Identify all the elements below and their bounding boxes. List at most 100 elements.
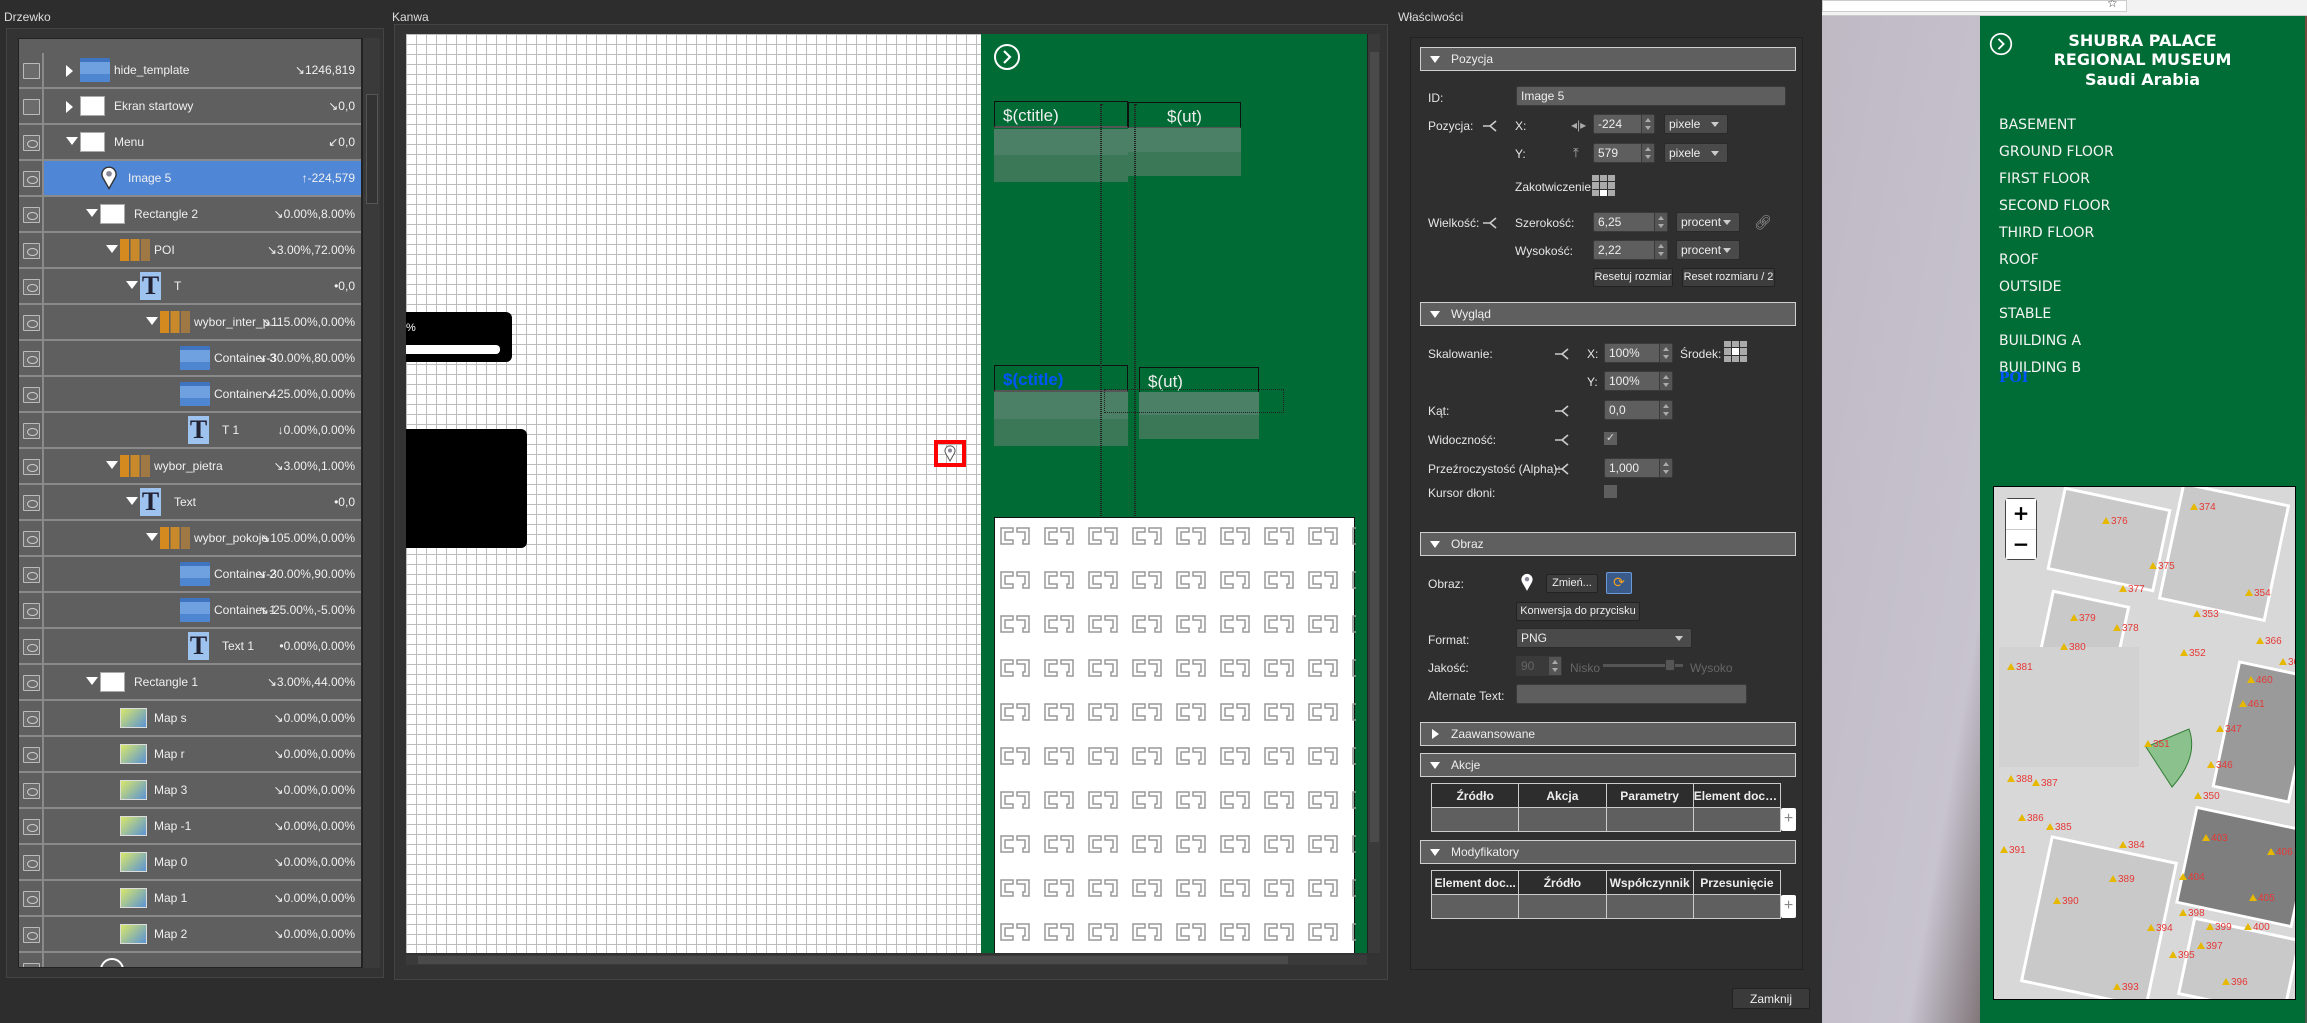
expand-arrow-down-icon[interactable] [126,281,138,289]
eye-icon[interactable] [23,171,40,187]
table-cell[interactable] [1605,894,1694,919]
tree-row[interactable]: Image 5 ↑-224,579 [19,161,361,197]
map-poi-label[interactable]: 374 [2190,502,2216,513]
map-poi-label[interactable]: 351 [2144,739,2170,750]
tree-view[interactable]: hide_template ↘1246,819 Ekran startowy ↘0,0… [18,38,362,968]
modifiers-table[interactable]: Element doc... Źródło Współczynnik Przesuni… [1430,870,1782,919]
eye-icon[interactable] [23,747,40,763]
chevron-circle-right-icon[interactable] [993,43,1021,71]
eye-icon[interactable] [23,279,40,295]
map-poi-label[interactable]: 346 [2207,760,2233,771]
map-poi-label[interactable]: 399 [2206,922,2232,933]
tree-row[interactable]: Container 1 ↘-25.00%,-5.00% [19,593,361,629]
scale-x-input[interactable]: 100% [1604,343,1673,363]
tree-row[interactable]: T T •0,0 [19,269,361,305]
tree-row[interactable]: Map -1 ↘0.00%,0.00% [19,809,361,845]
map-poi-label[interactable]: 393 [2113,982,2139,993]
map-poi-label[interactable]: 376 [2102,516,2128,527]
width-input[interactable]: 6,25 [1593,212,1668,232]
section-modyfikatory[interactable]: Modyfikatory [1420,840,1796,864]
section-obraz[interactable]: Obraz [1420,532,1796,556]
eye-icon[interactable] [23,135,40,151]
map-poi-label[interactable]: 378 [2113,623,2139,634]
section-akcje[interactable]: Akcje [1420,753,1796,777]
map-poi-label[interactable]: 379 [2070,613,2096,624]
table-cell[interactable] [1430,894,1520,919]
menu-item-floor[interactable]: SECOND FLOOR [1999,198,2110,214]
tree-row[interactable]: Rectangle 2 ↘0.00%,8.00% [19,197,361,233]
tree-row[interactable]: Map 0 ↘0.00%,0.00% [19,845,361,881]
visibility-checkbox[interactable]: ✓ [1604,432,1617,445]
menu-item-floor[interactable]: FIRST FLOOR [1999,171,2090,187]
eye-icon[interactable] [23,207,40,223]
expand-arrow-down-icon[interactable] [106,461,118,469]
section-wyglad[interactable]: Wygląd [1420,302,1796,326]
chain-link-icon[interactable]: 🔗︎ [1754,214,1772,231]
tree-row[interactable]: Map 3 ↘0.00%,0.00% [19,773,361,809]
tree-row[interactable]: T T 1 ↓0.00%,0.00% [19,413,361,449]
expand-arrow-down-icon[interactable] [146,533,158,541]
tree-scrollbar-thumb[interactable] [366,94,378,204]
star-icon[interactable]: ☆ [2107,0,2118,10]
eye-icon[interactable] [23,639,40,655]
eye-icon[interactable] [23,459,40,475]
angle-input[interactable]: 0,0 [1604,400,1673,420]
table-cell[interactable] [1518,807,1607,832]
tree-row[interactable]: POI ↘3.00%,72.00% [19,233,361,269]
menu-item-floor[interactable]: THIRD FLOOR [1999,225,2094,241]
angle-spinner[interactable] [1659,401,1672,419]
column-header[interactable]: Źródło [1518,870,1607,895]
menu-item-floor[interactable]: ROOF [1999,252,2039,268]
link-property-icon[interactable] [1482,217,1498,229]
link-property-icon[interactable] [1554,405,1570,417]
eye-icon[interactable] [23,387,40,403]
link-property-icon[interactable] [1554,348,1570,360]
expand-arrow-down-icon[interactable] [86,209,98,217]
menu-item-poi[interactable]: POI [1999,370,2028,386]
add-modifier-button[interactable]: + [1781,895,1796,918]
map-poi-label[interactable]: 395 [2169,950,2195,961]
map-poi-label[interactable]: 350 [2194,791,2220,802]
map-poi-label[interactable]: 347 [2216,724,2242,735]
id-input[interactable]: Image 5 [1516,86,1786,106]
x-spinner[interactable] [1641,115,1654,133]
reset-half-size-button[interactable]: Reset rozmiaru / 2 [1682,268,1775,287]
tree-row[interactable]: Ekran startowy ↘0,0 [19,89,361,125]
zoom-out-button[interactable]: − [2006,529,2036,559]
table-cell[interactable] [1605,807,1694,832]
eye-icon[interactable] [23,423,40,439]
canvas-black-box-2[interactable] [406,429,527,548]
hand-cursor-checkbox[interactable] [1604,485,1617,498]
y-input[interactable]: 579 [1593,143,1655,163]
link-property-icon[interactable] [1554,434,1570,446]
eye-icon[interactable] [23,711,40,727]
table-cell[interactable] [1692,807,1782,832]
map-poi-label[interactable]: 394 [2147,923,2173,934]
tree-scrollbar[interactable] [362,38,380,968]
y-spinner[interactable] [1641,144,1654,162]
scale-y-spinner[interactable] [1659,372,1672,390]
quality-slider[interactable] [1603,659,1683,671]
add-action-button[interactable]: + [1781,808,1796,831]
section-zaawansowane[interactable]: Zaawansowane [1420,722,1796,746]
map-poi-label[interactable]: 386 [2018,813,2044,824]
scale-y-input[interactable]: 100% [1604,371,1673,391]
map-poi-label[interactable]: 366 [2256,636,2282,647]
quality-input[interactable]: 90 [1516,656,1562,676]
anchor-grid[interactable] [1592,175,1615,196]
refresh-icon[interactable]: ⟳ [1606,572,1632,594]
map-poi-label[interactable]: 398 [2179,908,2205,919]
eye-icon[interactable] [23,531,40,547]
menu-item-floor[interactable]: GROUND FLOOR [1999,144,2114,160]
eye-icon[interactable] [23,783,40,799]
menu-green-panel[interactable]: $(ctitle) $(ut) $(ctitle) $(ut) [981,34,1367,953]
tree-row[interactable]: Map 1 ↘0.00%,0.00% [19,881,361,917]
map-poi-label[interactable]: 405 [2249,893,2275,904]
column-header[interactable]: Przesunięcie [1692,870,1782,895]
map-poi-label[interactable]: 396 [2222,977,2248,988]
section-pozycja[interactable]: Pozycja [1420,47,1796,71]
map-poi-label[interactable]: 403 [2202,833,2228,844]
eye-icon[interactable] [23,315,40,331]
tree-row[interactable]: T Text 1 •0.00%,0.00% [19,629,361,665]
height-input[interactable]: 2,22 [1593,240,1668,260]
